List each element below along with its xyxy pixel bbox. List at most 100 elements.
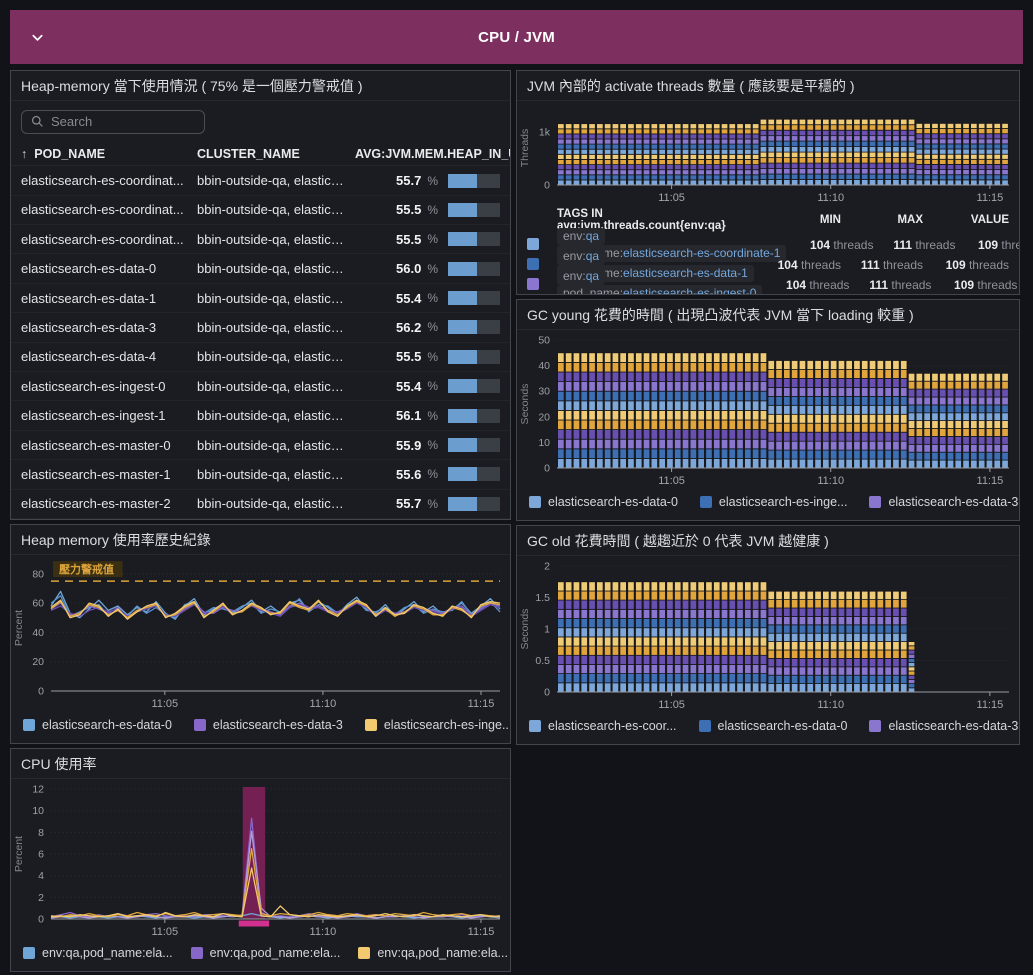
svg-text:Percent: Percent	[13, 836, 25, 872]
table-row[interactable]: elasticsearch-es-master-0bbin-outside-qa…	[11, 431, 510, 460]
min-cell: 104 threads	[769, 278, 849, 292]
legend-item[interactable]: elasticsearch-es-inge...	[700, 495, 848, 509]
table-row[interactable]: elasticsearch-es-master-1bbin-outside-qa…	[11, 460, 510, 489]
threads-legend-row[interactable]: env:qapod_name:elasticsearch-es-coordina…	[527, 228, 1009, 248]
pod-name-cell: elasticsearch-es-coordinat...	[21, 173, 197, 188]
table-row[interactable]: elasticsearch-es-coordinat...bbin-outsid…	[11, 166, 510, 195]
tag-badge[interactable]: pod_name:elasticsearch-es-ingest-0	[557, 285, 762, 295]
table-row[interactable]: elasticsearch-es-data-0bbin-outside-qa, …	[11, 254, 510, 283]
svg-text:8: 8	[38, 827, 44, 839]
tag-badge[interactable]: env:qa	[557, 268, 605, 285]
table-row[interactable]: elasticsearch-es-data-4bbin-outside-qa, …	[11, 343, 510, 372]
search-box[interactable]	[21, 110, 205, 134]
max-cell: 111 threads	[841, 258, 923, 272]
svg-text:11:05: 11:05	[658, 699, 685, 711]
pod-name-cell: elasticsearch-es-data-4	[21, 349, 197, 364]
table-row[interactable]: elasticsearch-es-ingest-0bbin-outside-qa…	[11, 372, 510, 401]
legend-swatch-icon	[358, 947, 370, 959]
value-cell: 109 threads	[923, 258, 1009, 272]
avg-heap-cell: 55.4%	[355, 291, 500, 306]
heap-bar-gauge	[448, 497, 500, 511]
legend-item[interactable]: elasticsearch-es-data-3	[869, 719, 1018, 733]
svg-text:11:05: 11:05	[151, 926, 178, 938]
panel-title: JVM 內部的 activate threads 數量 ( 應該要是平穩的 )	[527, 76, 1009, 96]
panel-header[interactable]: GC old 花費時間 ( 越趨近於 0 代表 JVM 越健康 )	[517, 526, 1019, 556]
legend-item[interactable]: env:qa,pod_name:ela...	[358, 946, 508, 960]
dashboard-row-header[interactable]: CPU / JVM	[10, 10, 1023, 64]
value-cell: 109 threads	[931, 278, 1017, 292]
dashboard: CPU / JVM Heap-memory 當下使用情況 ( 75% 是一個壓力…	[0, 0, 1033, 975]
avg-heap-cell: 55.5%	[355, 349, 500, 364]
cluster-name-cell: bbin-outside-qa, elasticse...	[197, 379, 355, 394]
tag-badge[interactable]: env:qa	[557, 248, 605, 265]
table-body: elasticsearch-es-coordinat... bbin-outsid…	[11, 166, 510, 519]
gc-old-chart: 00.511.5211:0511:1011:15Seconds	[517, 556, 1019, 712]
panel-title: CPU 使用率	[21, 754, 500, 774]
legend-item[interactable]: env:qa,pod_name:ela...	[23, 946, 173, 960]
search-input[interactable]	[51, 114, 227, 129]
heap-bar-gauge	[448, 232, 500, 246]
legend-item[interactable]: elasticsearch-es-coor...	[529, 719, 677, 733]
heap-bar-gauge	[448, 467, 500, 481]
panel-header[interactable]: CPU 使用率	[11, 749, 510, 779]
heap-percent-value: 56.0	[396, 261, 421, 276]
table-row[interactable]: elasticsearch-es-coordinat...bbin-outsid…	[11, 196, 510, 225]
table-row[interactable]: elasticsearch-es-data-3bbin-outside-qa, …	[11, 313, 510, 342]
svg-text:80: 80	[32, 568, 44, 580]
column-header-avg-heap[interactable]: AVG:JVM.MEM.HEAP_IN_US...	[355, 147, 511, 161]
cpu-usage-chart: 02468101211:0511:1011:15Percent	[11, 779, 510, 939]
legend-item[interactable]: elasticsearch-es-data-3	[869, 495, 1018, 509]
table-row[interactable]: elasticsearch-es-ingest-1bbin-outside-qa…	[11, 401, 510, 430]
legend-label: elasticsearch-es-data-0	[718, 719, 848, 733]
legend-label: elasticsearch-es-inge...	[384, 718, 511, 732]
svg-text:10: 10	[538, 437, 550, 449]
percent-unit: %	[427, 467, 438, 481]
svg-text:0: 0	[544, 180, 550, 192]
table-row[interactable]: elasticsearch-es-coordinat...bbin-outsid…	[11, 225, 510, 254]
legend-label: elasticsearch-es-data-3	[888, 495, 1018, 509]
legend-item[interactable]: elasticsearch-es-data-0	[23, 718, 172, 732]
heap-bar-gauge	[448, 409, 500, 423]
cluster-name-cell: bbin-outside-qa, elasticse...	[197, 496, 355, 511]
percent-unit: %	[427, 262, 438, 276]
legend-item[interactable]: elasticsearch-es-inge...	[365, 718, 511, 732]
column-header-pod-name[interactable]: ↑POD_NAME	[21, 147, 197, 161]
panel-title: GC young 花費的時間 ( 出現凸波代表 JVM 當下 loading 較…	[527, 305, 1009, 325]
avg-heap-cell: 56.1%	[355, 408, 500, 423]
legend-item[interactable]: elasticsearch-es-data-0	[529, 495, 678, 509]
panel-header[interactable]: Heap memory 使用率歷史紀錄	[11, 525, 510, 555]
legend-item[interactable]: elasticsearch-es-data-0	[699, 719, 848, 733]
pod-name-cell: elasticsearch-es-master-2	[21, 496, 197, 511]
column-header-cluster-name[interactable]: CLUSTER_NAME	[197, 147, 355, 161]
legend-label: env:qa,pod_name:ela...	[210, 946, 341, 960]
legend-swatch-icon	[527, 238, 539, 250]
table-row[interactable]: elasticsearch-es-data-1bbin-outside-qa, …	[11, 284, 510, 313]
svg-text:2: 2	[38, 892, 44, 904]
panel-gc-young: GC young 花費的時間 ( 出現凸波代表 JVM 當下 loading 較…	[516, 299, 1020, 521]
panel-header[interactable]: Heap-memory 當下使用情況 ( 75% 是一個壓力警戒值 )	[11, 71, 510, 101]
panel-header[interactable]: JVM 內部的 activate threads 數量 ( 應該要是平穩的 )	[517, 71, 1019, 101]
chevron-down-icon[interactable]	[30, 30, 45, 45]
legend-item[interactable]: env:qa,pod_name:ela...	[191, 946, 341, 960]
legend-label: elasticsearch-es-inge...	[719, 495, 848, 509]
svg-text:4: 4	[38, 870, 44, 882]
legend-item[interactable]: elasticsearch-es-data-3	[194, 718, 343, 732]
svg-text:Seconds: Seconds	[519, 384, 531, 425]
panel-heap-memory-table: Heap-memory 當下使用情況 ( 75% 是一個壓力警戒值 ) ↑POD…	[10, 70, 511, 520]
svg-text:10: 10	[32, 805, 44, 817]
panel-header[interactable]: GC young 花費的時間 ( 出現凸波代表 JVM 當下 loading 較…	[517, 300, 1019, 330]
legend-swatch-icon	[700, 496, 712, 508]
tag-badge[interactable]: env:qa	[557, 228, 605, 245]
legend-label: env:qa,pod_name:ela...	[42, 946, 173, 960]
legend-label: elasticsearch-es-coor...	[548, 719, 677, 733]
sort-ascending-icon[interactable]: ↑	[21, 147, 27, 161]
panel-jvm-threads: JVM 內部的 activate threads 數量 ( 應該要是平穩的 ) …	[516, 70, 1020, 295]
svg-text:50: 50	[538, 335, 550, 347]
svg-text:1.5: 1.5	[535, 592, 550, 604]
pod-name-cell: elasticsearch-es-master-0	[21, 438, 197, 453]
table-row[interactable]: elasticsearch-es-master-2bbin-outside-qa…	[11, 490, 510, 519]
cluster-name-cell: bbin-outside-qa, elasticse...	[197, 320, 355, 335]
min-cell: 104 threads	[793, 238, 873, 252]
legend-swatch-icon	[869, 496, 881, 508]
svg-text:0: 0	[544, 463, 550, 475]
